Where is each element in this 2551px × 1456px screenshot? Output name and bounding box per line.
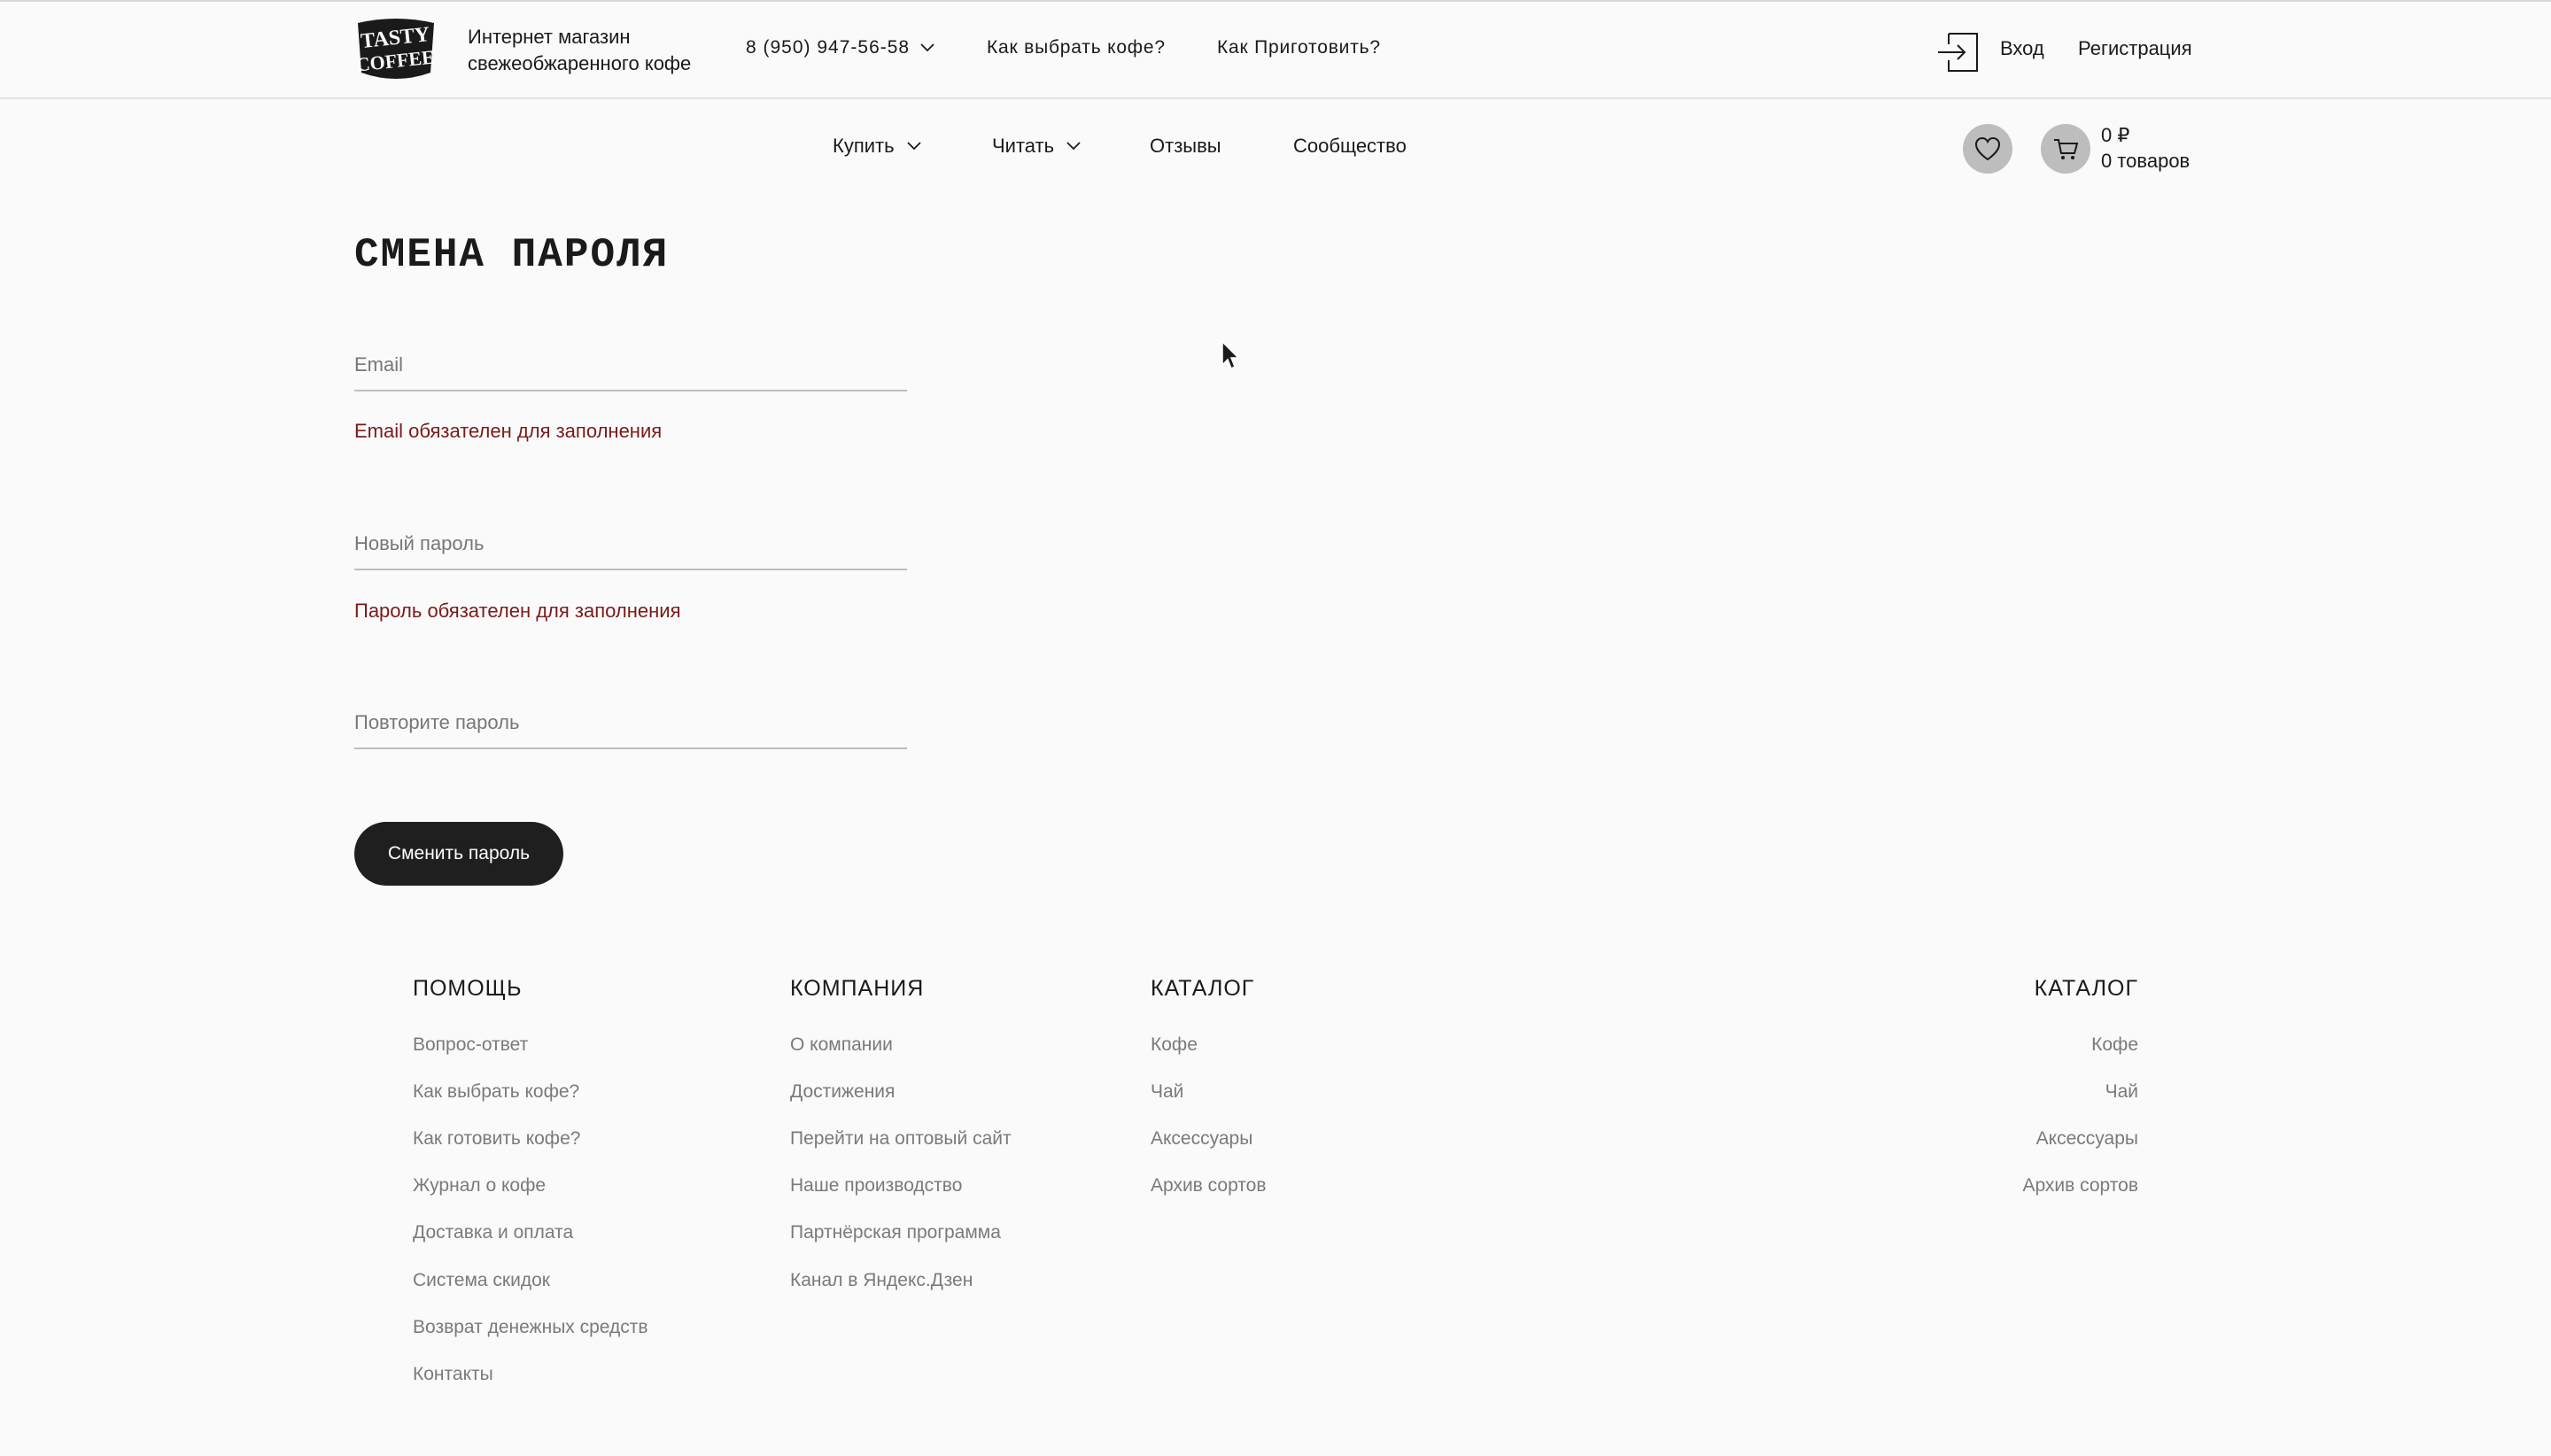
- footer-link[interactable]: Канал в Яндекс.Дзен: [790, 1270, 973, 1291]
- how-to-choose-link[interactable]: Как выбрать кофе?: [987, 37, 1166, 58]
- phone-dropdown[interactable]: 8 (950) 947-56-58: [746, 37, 934, 58]
- register-link[interactable]: Регистрация: [2078, 37, 2192, 60]
- repeat-password-field[interactable]: [354, 705, 907, 747]
- main-nav: Купить Читать Отзывы Сообщество 0 ₽ 0 то…: [0, 101, 2551, 197]
- footer-link[interactable]: Контакты: [413, 1364, 493, 1385]
- footer-link[interactable]: Чай: [2105, 1081, 2138, 1103]
- repeat-password-field-wrapper: [354, 705, 907, 749]
- cart-button[interactable]: [2041, 124, 2090, 174]
- footer-link[interactable]: Как выбрать кофе?: [413, 1081, 579, 1103]
- tasty-coffee-logo[interactable]: TASTY COFFEE: [353, 16, 439, 81]
- page-title: СМЕНА ПАРОЛЯ: [354, 232, 670, 278]
- chevron-down-icon: [920, 43, 934, 52]
- footer-link[interactable]: Возврат денежных средств: [413, 1317, 648, 1338]
- footer-link[interactable]: Чай: [1151, 1081, 1183, 1103]
- footer-link[interactable]: Кофе: [2091, 1034, 2138, 1056]
- nav-item-reviews[interactable]: Отзывы: [1150, 135, 1221, 158]
- footer-help-title: ПОМОЩЬ: [413, 976, 523, 1001]
- email-field[interactable]: [354, 347, 907, 390]
- new-password-field-wrapper: [354, 526, 907, 570]
- cart-count: 0 товаров: [2101, 150, 2190, 172]
- footer-link[interactable]: Кофе: [1151, 1034, 1198, 1056]
- login-link[interactable]: Вход: [2000, 37, 2044, 60]
- footer-link[interactable]: Архив сортов: [1151, 1175, 1267, 1197]
- footer-catalog-right-title: КАТАЛОГ: [2034, 976, 2138, 1001]
- nav-item-read[interactable]: Читать: [992, 135, 1081, 158]
- tagline-line1: Интернет магазин: [468, 26, 631, 48]
- nav-item-buy[interactable]: Купить: [833, 135, 921, 158]
- footer-link[interactable]: Журнал о кофе: [413, 1175, 546, 1197]
- password-error: Пароль обязателен для заполнения: [354, 600, 681, 622]
- change-password-button[interactable]: Сменить пароль: [354, 822, 563, 886]
- login-icon[interactable]: [1936, 30, 1981, 74]
- chevron-down-icon: [906, 142, 921, 151]
- footer-link[interactable]: Архив сортов: [2022, 1175, 2138, 1197]
- mouse-cursor-icon: [1221, 340, 1242, 372]
- footer-link[interactable]: Достижения: [790, 1081, 895, 1103]
- footer-link[interactable]: Перейти на оптовый сайт: [790, 1128, 1012, 1150]
- phone-number: 8 (950) 947-56-58: [746, 37, 911, 58]
- email-error: Email обязателен для заполнения: [354, 420, 663, 442]
- nav-item-label: Отзывы: [1150, 135, 1221, 157]
- nav-item-community[interactable]: Сообщество: [1293, 135, 1407, 158]
- cart-total: 0 ₽: [2101, 124, 2130, 146]
- footer-link[interactable]: Партнёрская программа: [790, 1222, 1001, 1243]
- nav-item-label: Читать: [992, 135, 1055, 157]
- tagline: Интернет магазин свежеобжаренного кофе: [468, 24, 733, 77]
- chevron-down-icon: [1066, 142, 1081, 151]
- footer-link[interactable]: Наше производство: [790, 1175, 962, 1197]
- footer-link[interactable]: Вопрос-ответ: [413, 1034, 528, 1056]
- email-field-wrapper: [354, 347, 907, 391]
- footer-link[interactable]: Как готовить кофе?: [413, 1128, 580, 1150]
- favorites-button[interactable]: [1963, 124, 2012, 174]
- footer-link[interactable]: Аксессуары: [2036, 1128, 2138, 1150]
- footer-catalog-title: КАТАЛОГ: [1151, 976, 1255, 1001]
- tagline-line2: свежеобжаренного кофе: [468, 52, 692, 74]
- footer-link[interactable]: Доставка и оплата: [413, 1222, 573, 1243]
- nav-item-label: Купить: [833, 135, 895, 157]
- cart-icon: [2054, 139, 2079, 159]
- footer-link[interactable]: О компании: [790, 1034, 893, 1056]
- cart-summary[interactable]: 0 ₽ 0 товаров: [2101, 122, 2190, 174]
- header-top: TASTY COFFEE Интернет магазин свежеобжар…: [0, 2, 2551, 99]
- footer-link[interactable]: Аксессуары: [1151, 1128, 1252, 1150]
- heart-icon: [1974, 136, 2001, 161]
- nav-item-label: Сообщество: [1293, 135, 1407, 157]
- how-to-brew-link[interactable]: Как Приготовить?: [1217, 37, 1381, 58]
- footer-link[interactable]: Система скидок: [413, 1270, 550, 1291]
- footer-company-title: КОМПАНИЯ: [790, 976, 925, 1001]
- new-password-field[interactable]: [354, 526, 907, 569]
